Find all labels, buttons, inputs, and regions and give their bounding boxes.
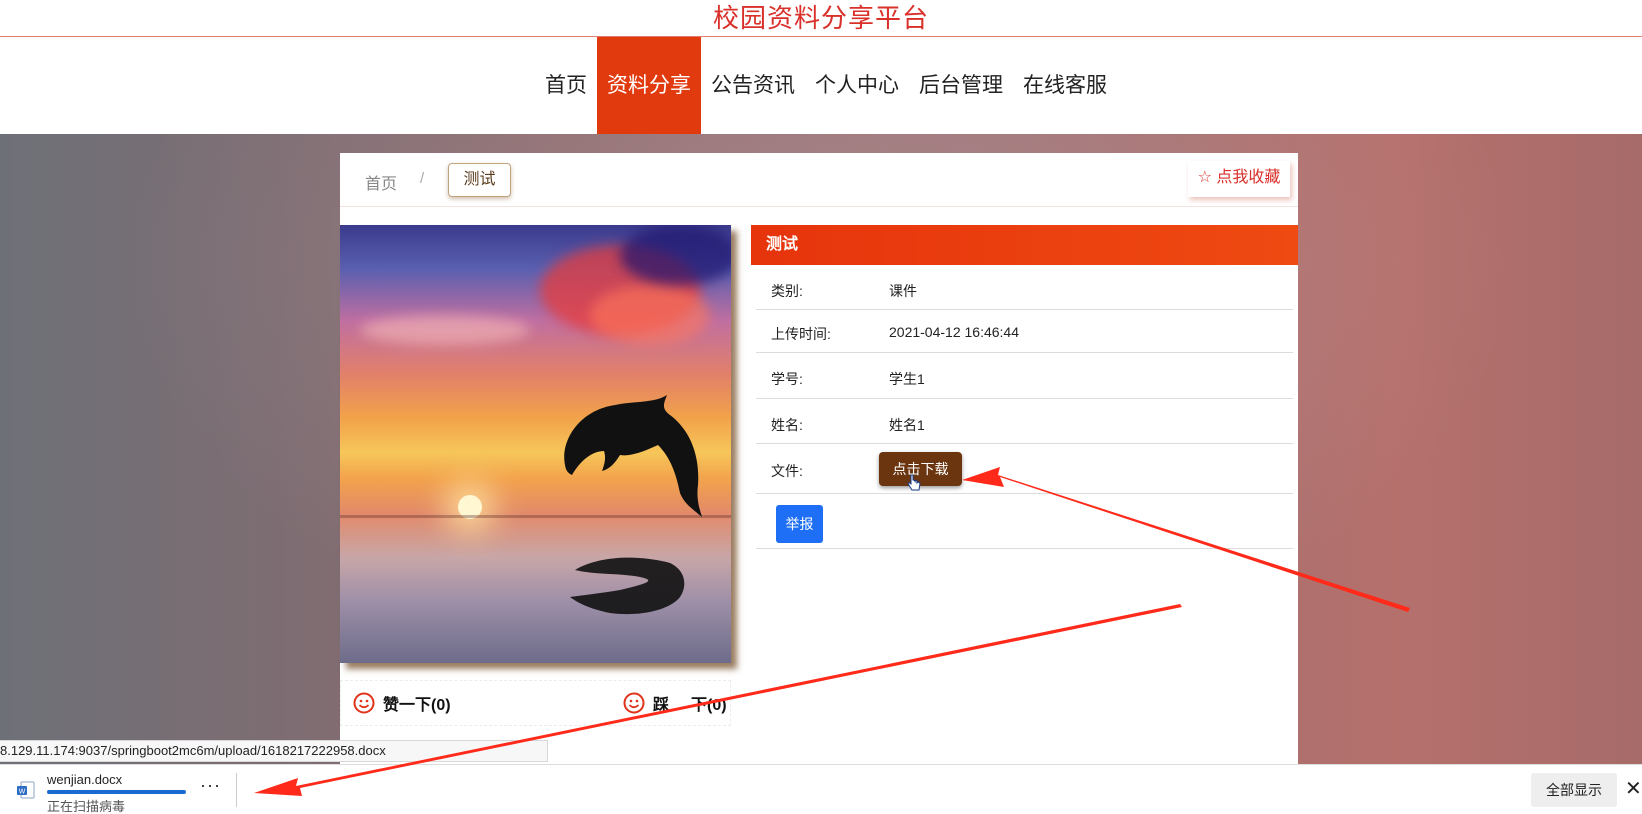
info-label: 类别: <box>771 283 803 299</box>
show-all-button[interactable]: 全部显示 <box>1531 773 1617 807</box>
nav-item-resource-share[interactable]: 资料分享 <box>597 37 701 134</box>
breadcrumb-current[interactable]: 测试 <box>448 163 511 197</box>
nav-item-home[interactable]: 首页 <box>535 37 597 134</box>
hand-cursor-icon <box>907 474 921 491</box>
info-row-upload-time: 上传时间: 2021-04-12 16:46:44 <box>756 310 1293 353</box>
close-icon[interactable]: ✕ <box>1625 776 1642 801</box>
info-label: 学号: <box>771 371 803 387</box>
word-document-icon: W <box>17 781 35 799</box>
download-bar: W wenjian.docx 正在扫描病毒 ··· 全部显示 ✕ <box>0 764 1642 814</box>
nav-item-online-service[interactable]: 在线客服 <box>1013 37 1117 134</box>
nav-item-announcements[interactable]: 公告资讯 <box>701 37 805 134</box>
download-progress <box>47 790 186 794</box>
info-value: 课件 <box>889 283 917 299</box>
resource-info-panel: 测试 类别: 课件 上传时间: 2021-04-12 16:46:44 学号: … <box>751 225 1298 549</box>
divider <box>236 773 237 807</box>
download-button[interactable]: 点击下载 <box>879 452 962 491</box>
smile-icon <box>623 692 645 714</box>
dislike-button[interactable]: 踩 下(0) <box>623 691 727 715</box>
site-title: 校园资料分享平台 <box>712 3 929 33</box>
detail-card: 首页 / 测试 ☆ 点我收藏 赞一下(0) 踩 下(0) 测试 类别: 课件 上… <box>340 153 1298 764</box>
breadcrumb: 首页 / 测试 ☆ 点我收藏 <box>340 153 1298 207</box>
site-header: 校园资料分享平台 <box>0 0 1642 37</box>
nav-item-admin[interactable]: 后台管理 <box>909 37 1013 134</box>
dislike-label-right: 下(0) <box>691 697 727 714</box>
report-button[interactable]: 举报 <box>776 505 823 543</box>
info-row-student-id: 学号: 学生1 <box>756 353 1293 399</box>
info-value: 学生1 <box>889 371 925 387</box>
svg-text:W: W <box>19 789 26 796</box>
info-label: 姓名: <box>771 417 803 433</box>
like-label: 赞一下(0) <box>383 697 451 714</box>
resource-cover-image <box>340 225 731 663</box>
like-button[interactable]: 赞一下(0) <box>353 691 451 715</box>
download-file-name[interactable]: wenjian.docx <box>47 772 122 787</box>
info-row-report: 举报 <box>756 494 1293 549</box>
info-row-category: 类别: 课件 <box>756 265 1293 310</box>
info-label: 上传时间: <box>771 326 831 342</box>
info-row-file: 文件: 点击下载 <box>756 444 1293 494</box>
favorite-button[interactable]: ☆ 点我收藏 <box>1188 161 1290 197</box>
resource-title: 测试 <box>751 225 1298 265</box>
main-nav: 首页 资料分享 公告资讯 个人中心 后台管理 在线客服 <box>0 37 1642 134</box>
breadcrumb-separator: / <box>420 170 425 187</box>
download-status: 正在扫描病毒 <box>47 799 126 814</box>
info-value: 姓名1 <box>889 417 925 433</box>
info-value: 2021-04-12 16:46:44 <box>889 324 1019 340</box>
vote-row: 赞一下(0) 踩 下(0) <box>340 680 731 726</box>
status-url-bar: 8.129.11.174:9037/springboot2mc6m/upload… <box>0 740 548 762</box>
info-row-name: 姓名: 姓名1 <box>756 399 1293 444</box>
info-label: 文件: <box>771 463 803 479</box>
more-options-icon[interactable]: ··· <box>200 775 221 796</box>
nav-item-personal-center[interactable]: 个人中心 <box>805 37 909 134</box>
breadcrumb-home[interactable]: 首页 <box>365 170 397 194</box>
dislike-label-left: 踩 <box>653 697 670 714</box>
smile-icon <box>353 692 375 714</box>
